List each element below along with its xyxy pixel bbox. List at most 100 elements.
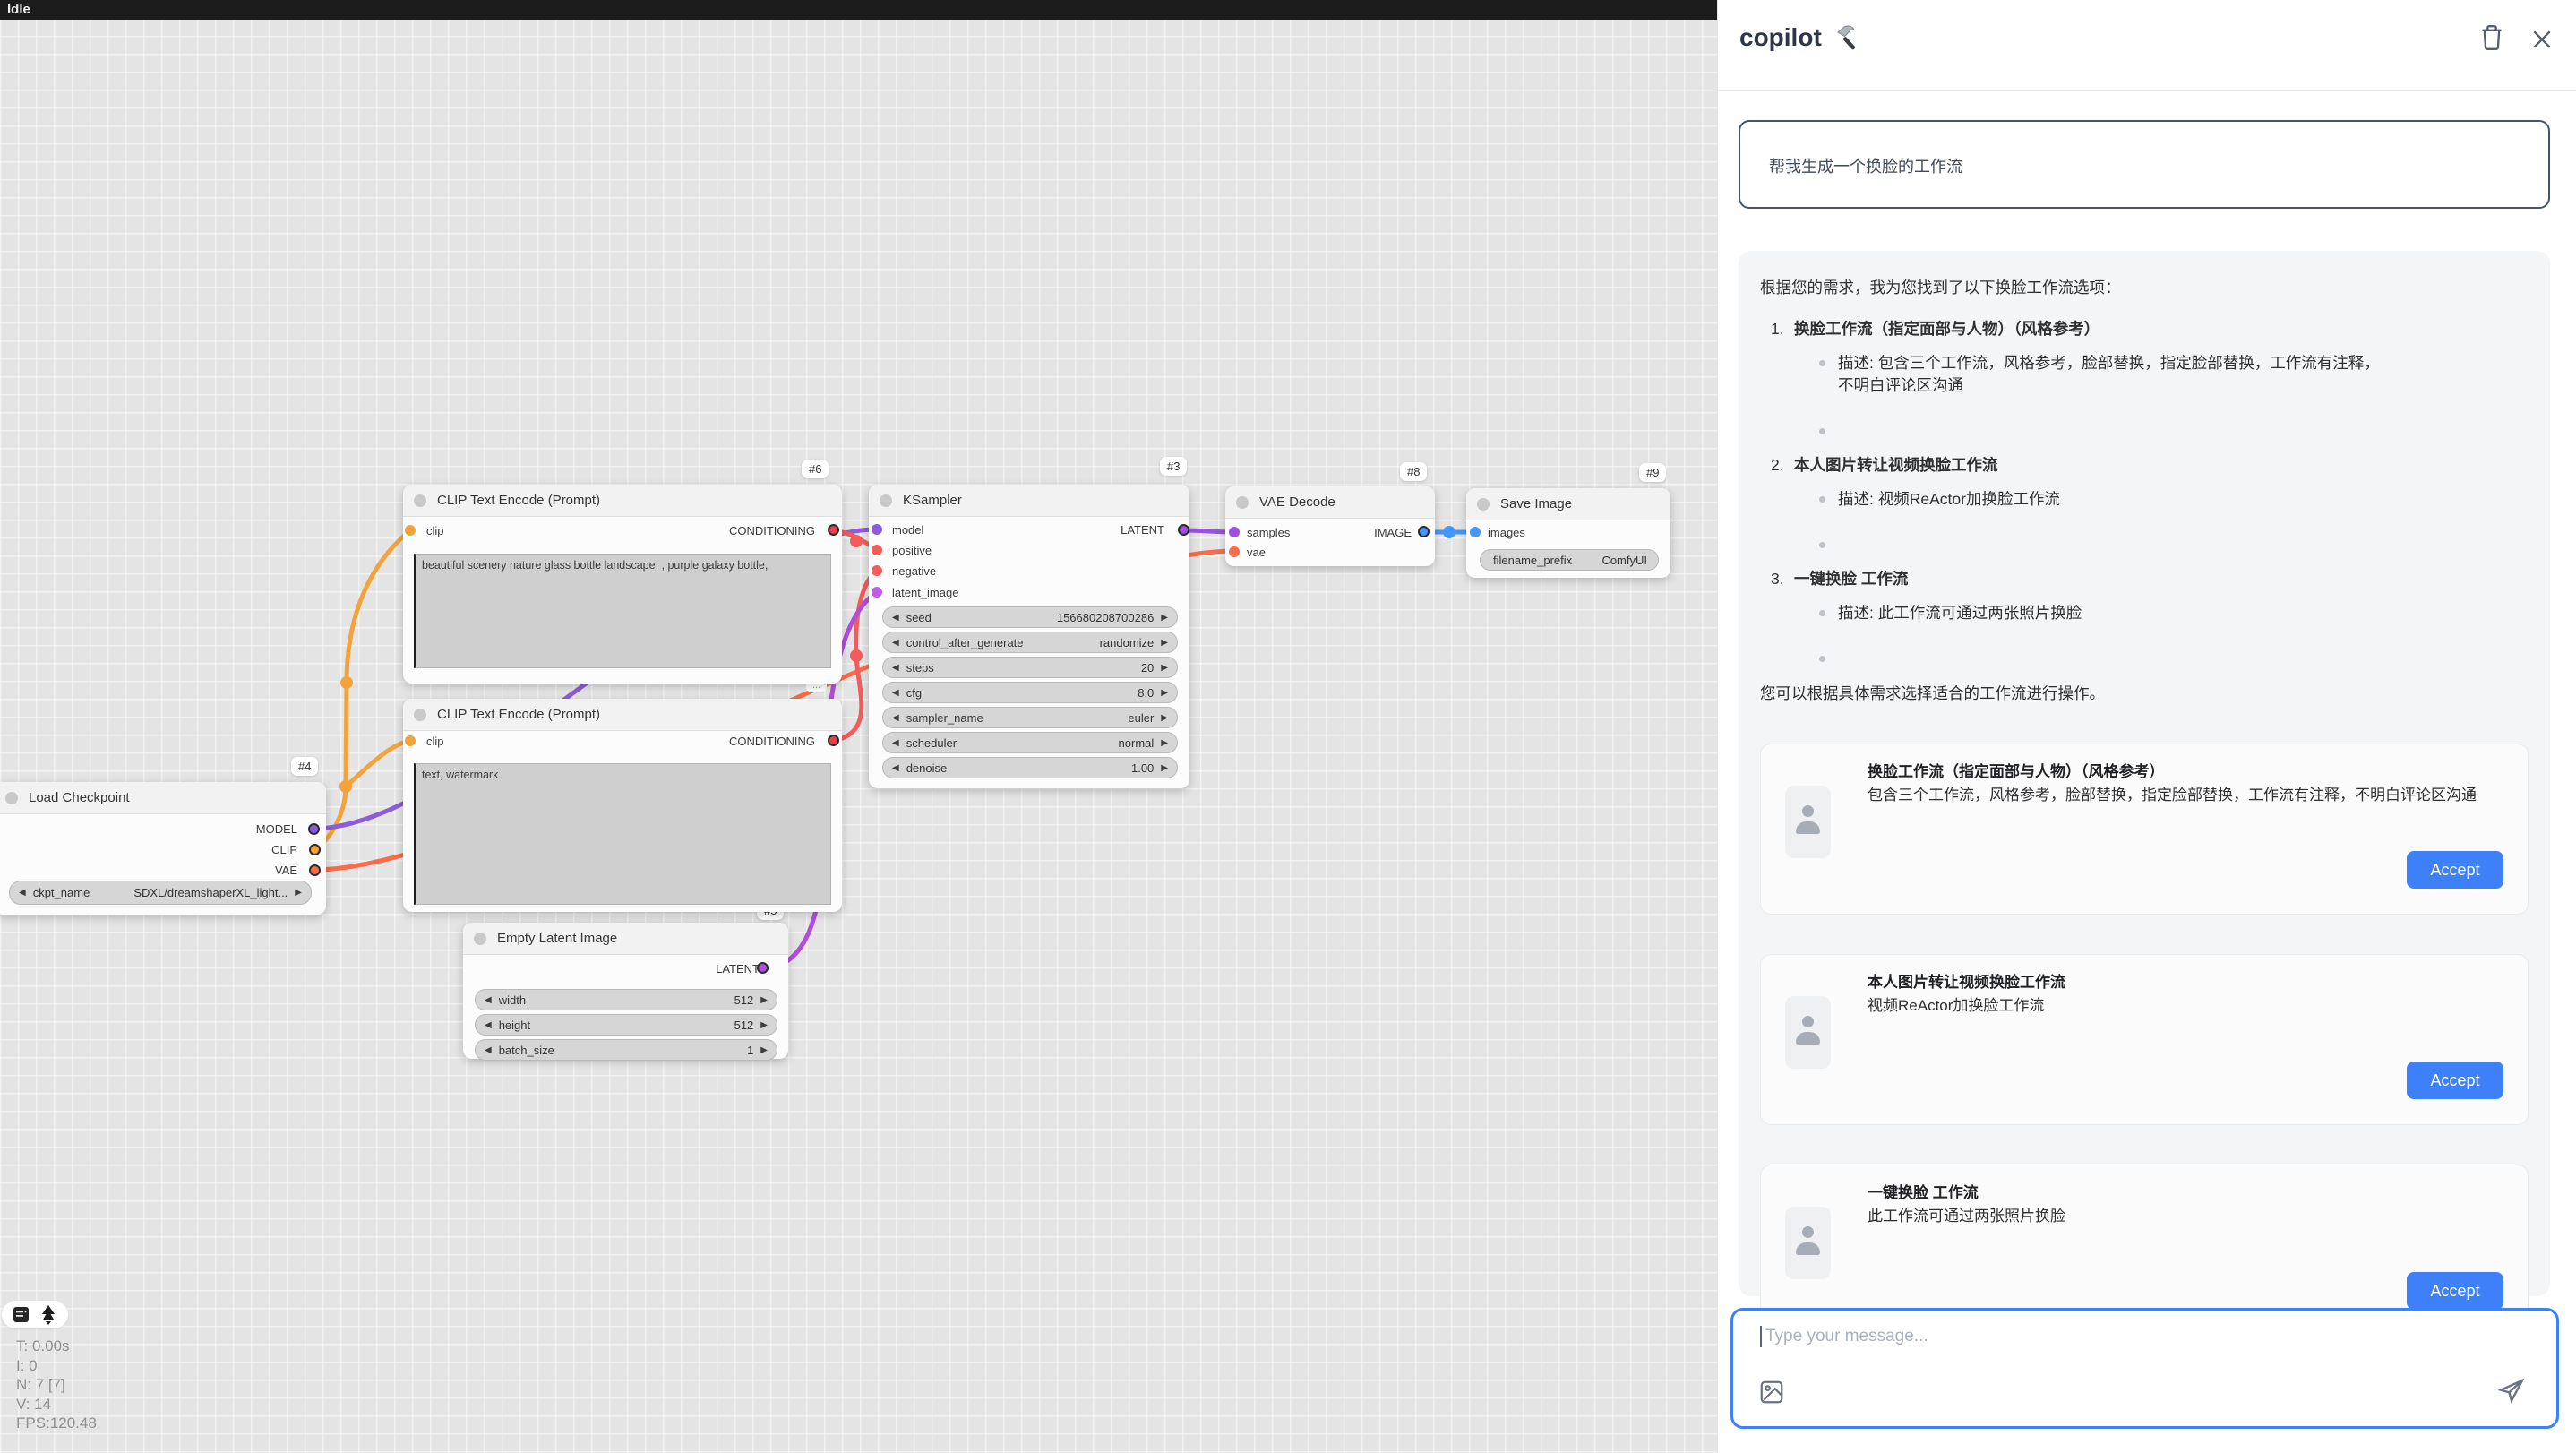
widget-sampler-name[interactable]: ◀ sampler_name euler ▶ <box>882 707 1178 728</box>
node-ksampler[interactable]: KSampler model positive negative latent_… <box>869 485 1189 788</box>
collapse-dot-icon[interactable] <box>414 494 426 507</box>
prompt-textarea[interactable]: beautiful scenery nature glass bottle la… <box>414 554 831 668</box>
widget-seed[interactable]: ◀ seed 156680208700286 ▶ <box>882 606 1178 628</box>
output-dot-conditioning[interactable] <box>828 524 839 536</box>
widget-right-arrow-icon[interactable]: ▶ <box>295 888 302 898</box>
node-badge: #8 <box>1400 462 1427 481</box>
node-empty-latent-image[interactable]: Empty Latent Image LATENT ◀ width 512 ▶ … <box>463 923 788 1059</box>
output-dot-latent[interactable] <box>757 962 769 974</box>
widget-cfg[interactable]: ◀ cfg 8.0 ▶ <box>882 682 1178 703</box>
input-dot-samples[interactable] <box>1229 527 1240 537</box>
collapse-dot-icon[interactable] <box>414 709 426 721</box>
list-panel-icon[interactable] <box>13 1307 29 1322</box>
output-dot-model[interactable] <box>308 823 320 835</box>
person-icon-body <box>1796 1242 1820 1255</box>
widget-right-arrow-icon[interactable]: ▶ <box>1161 688 1168 698</box>
widget-label: denoise <box>906 761 1131 775</box>
widget-ckpt-name[interactable]: ◀ ckpt_name SDXL/dreamshaperXL_light... … <box>9 881 312 905</box>
widget-left-arrow-icon[interactable]: ◀ <box>892 763 899 773</box>
attach-image-button[interactable] <box>1758 1379 1785 1410</box>
collapse-dot-icon[interactable] <box>5 792 18 804</box>
node-canvas[interactable]: Idle ... #4 <box>0 0 1717 1453</box>
reroute-dot[interactable] <box>850 535 863 547</box>
widget-right-arrow-icon[interactable]: ▶ <box>1161 638 1168 648</box>
widget-right-arrow-icon[interactable]: ▶ <box>1161 663 1168 673</box>
widget-denoise[interactable]: ◀ denoise 1.00 ▶ <box>882 757 1178 778</box>
send-message-button[interactable] <box>2497 1377 2526 1410</box>
output-dot-clip[interactable] <box>309 844 321 855</box>
node-vae-decode[interactable]: VAE Decode samples vae IMAGE <box>1225 486 1435 566</box>
node-header[interactable]: Empty Latent Image <box>463 923 788 955</box>
node-load-checkpoint[interactable]: Load Checkpoint MODEL CLIP VAE ◀ ckpt_na… <box>0 782 326 915</box>
output-dot-latent[interactable] <box>1178 524 1189 536</box>
accept-button[interactable]: Accept <box>2407 1062 2503 1099</box>
clear-chat-button[interactable] <box>2474 20 2510 56</box>
widget-left-arrow-icon[interactable]: ◀ <box>892 688 899 698</box>
stat-node-count: N: 7 [7] <box>16 1375 97 1395</box>
prompt-textarea[interactable]: text, watermark <box>414 763 831 905</box>
node-save-image[interactable]: Save Image images filename_prefix ComfyU… <box>1466 488 1670 578</box>
widget-right-arrow-icon[interactable]: ▶ <box>760 1045 768 1055</box>
node-header[interactable]: KSampler <box>869 485 1189 517</box>
collapse-dot-icon[interactable] <box>1236 496 1249 509</box>
spade-icon[interactable] <box>40 1305 56 1325</box>
widget-right-arrow-icon[interactable]: ▶ <box>760 1020 768 1030</box>
widget-right-arrow-icon[interactable]: ▶ <box>1161 763 1168 773</box>
close-panel-button[interactable] <box>2524 21 2560 57</box>
widget-left-arrow-icon[interactable]: ◀ <box>892 663 899 673</box>
input-dot-vae[interactable] <box>1229 546 1240 557</box>
widget-left-arrow-icon[interactable]: ◀ <box>892 713 899 723</box>
accept-button[interactable]: Accept <box>2407 1272 2503 1310</box>
output-dot-vae[interactable] <box>309 864 321 876</box>
input-dot-clip[interactable] <box>405 735 416 746</box>
widget-steps[interactable]: ◀ steps 20 ▶ <box>882 657 1178 678</box>
output-dot-conditioning[interactable] <box>828 735 839 746</box>
input-dot-latent-image[interactable] <box>872 587 882 598</box>
widget-left-arrow-icon[interactable]: ◀ <box>485 1020 492 1030</box>
widget-scheduler[interactable]: ◀ scheduler normal ▶ <box>882 732 1178 753</box>
widget-filename-prefix[interactable]: filename_prefix ComfyUI <box>1480 549 1659 571</box>
widget-left-arrow-icon[interactable]: ◀ <box>485 995 492 1005</box>
node-header[interactable]: Save Image <box>1466 488 1670 520</box>
input-dot-images[interactable] <box>1470 527 1481 537</box>
widget-left-arrow-icon[interactable]: ◀ <box>892 638 899 648</box>
widget-left-arrow-icon[interactable]: ◀ <box>19 888 26 898</box>
widget-control-after-generate[interactable]: ◀ control_after_generate randomize ▶ <box>882 632 1178 653</box>
reroute-dot[interactable] <box>340 676 353 689</box>
input-dot-model[interactable] <box>872 524 882 535</box>
node-clip-text-encode-negative[interactable]: CLIP Text Encode (Prompt) clip CONDITION… <box>403 699 842 912</box>
chat-input-box[interactable]: Type your message... <box>1730 1308 2559 1429</box>
node-title: Load Checkpoint <box>29 790 130 805</box>
input-dot-negative[interactable] <box>872 565 882 576</box>
option-number: 3. <box>1771 568 1794 589</box>
widget-width[interactable]: ◀ width 512 ▶ <box>475 989 777 1010</box>
reroute-dot[interactable] <box>1443 526 1455 538</box>
widget-right-arrow-icon[interactable]: ▶ <box>760 995 768 1005</box>
collapse-dot-icon[interactable] <box>474 933 486 945</box>
widget-height[interactable]: ◀ height 512 ▶ <box>475 1014 777 1036</box>
input-dot-positive[interactable] <box>872 545 882 555</box>
collapse-dot-icon[interactable] <box>1477 498 1490 511</box>
node-clip-text-encode-positive[interactable]: CLIP Text Encode (Prompt) clip CONDITION… <box>403 485 842 684</box>
widget-right-arrow-icon[interactable]: ▶ <box>1161 738 1168 748</box>
widget-left-arrow-icon[interactable]: ◀ <box>485 1045 492 1055</box>
widget-right-arrow-icon[interactable]: ▶ <box>1161 613 1168 623</box>
accept-button[interactable]: Accept <box>2407 851 2503 889</box>
widget-right-arrow-icon[interactable]: ▶ <box>1161 713 1168 723</box>
widget-batch-size[interactable]: ◀ batch_size 1 ▶ <box>475 1039 777 1061</box>
output-label-vae: VAE <box>275 864 297 877</box>
node-header[interactable]: VAE Decode <box>1225 486 1435 519</box>
reroute-dot[interactable] <box>339 780 352 793</box>
input-label-samples: samples <box>1247 526 1290 539</box>
collapse-dot-icon[interactable] <box>880 494 892 507</box>
node-header[interactable]: CLIP Text Encode (Prompt) <box>403 485 842 517</box>
input-label-negative: negative <box>892 564 936 578</box>
reroute-dot[interactable] <box>850 649 863 662</box>
widget-left-arrow-icon[interactable]: ◀ <box>892 738 899 748</box>
input-dot-clip[interactable] <box>405 525 416 536</box>
output-label-conditioning: CONDITIONING <box>729 524 815 537</box>
node-header[interactable]: CLIP Text Encode (Prompt) <box>403 699 842 731</box>
widget-left-arrow-icon[interactable]: ◀ <box>892 613 899 623</box>
output-dot-image[interactable] <box>1418 526 1430 537</box>
node-header[interactable]: Load Checkpoint <box>0 782 326 814</box>
